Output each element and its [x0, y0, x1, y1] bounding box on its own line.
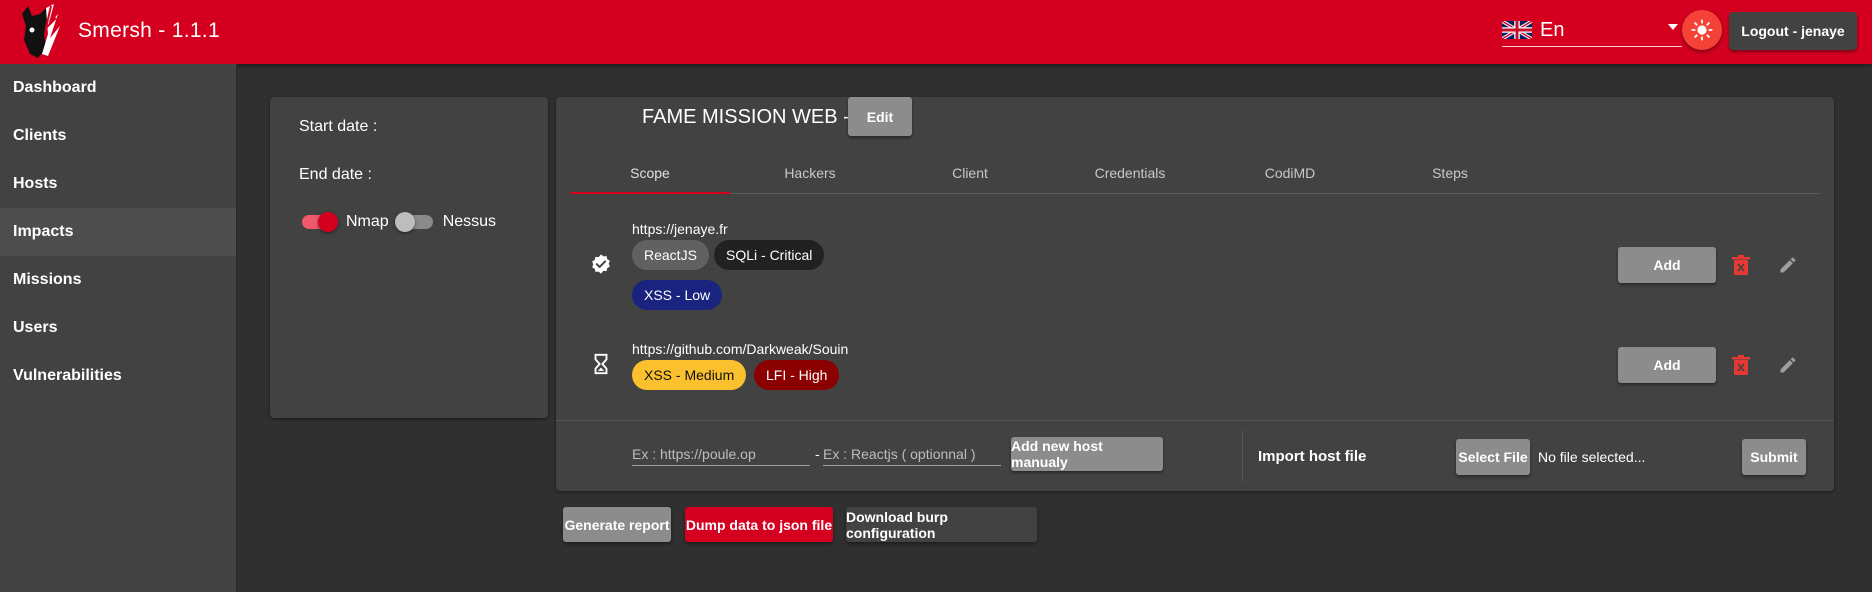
- scan-toggles: Nmap Nessus: [302, 212, 497, 232]
- sun-icon: [1691, 19, 1713, 41]
- technology-chip[interactable]: ReactJS: [632, 240, 709, 270]
- sidebar-item-missions[interactable]: Missions: [0, 256, 236, 304]
- download-burp-config-button[interactable]: Download burp configuration: [846, 507, 1037, 542]
- add-host-manually-button[interactable]: Add new host manualy: [1011, 437, 1163, 471]
- import-host-file-label: Import host file: [1258, 448, 1367, 465]
- nmap-label: Nmap: [346, 213, 389, 230]
- sidebar-item-clients[interactable]: Clients: [0, 112, 236, 160]
- mission-tabs: Scope Hackers Client Credentials CodiMD …: [570, 153, 1820, 194]
- file-status-text: No file selected...: [1538, 449, 1646, 465]
- end-date-label: End date :: [299, 166, 372, 183]
- sidebar-item-vulnerabilities[interactable]: Vulnerabilities: [0, 352, 236, 400]
- uk-flag-icon: [1502, 21, 1532, 39]
- mission-detail-card: FAME MISSION WEB - Edit Scope Hackers Cl…: [556, 97, 1834, 491]
- pencil-icon[interactable]: [1778, 355, 1798, 375]
- input-separator: -: [815, 446, 820, 462]
- submit-import-button[interactable]: Submit: [1742, 439, 1806, 475]
- nessus-label: Nessus: [442, 213, 497, 230]
- nmap-toggle[interactable]: [302, 212, 338, 232]
- add-vulnerability-button[interactable]: Add: [1618, 347, 1716, 383]
- edit-mission-button[interactable]: Edit: [848, 97, 912, 136]
- vulnerability-chip[interactable]: XSS - Medium: [632, 360, 747, 390]
- select-file-button[interactable]: Select File: [1456, 439, 1530, 475]
- dump-json-button[interactable]: Dump data to json file: [685, 507, 833, 542]
- smersh-logo-icon[interactable]: [18, 4, 62, 60]
- delete-icon[interactable]: [1732, 355, 1750, 375]
- pencil-icon[interactable]: [1778, 255, 1798, 275]
- mission-info-card: Start date : End date : Nmap Nessus: [270, 97, 548, 418]
- verified-check-icon: [592, 254, 610, 274]
- divider: [556, 420, 1834, 421]
- vulnerability-chip[interactable]: SQLi - Critical: [714, 240, 825, 270]
- app-title: Smersh - 1.1.1: [78, 19, 220, 42]
- sidebar-item-impacts[interactable]: Impacts: [0, 208, 236, 256]
- language-select[interactable]: En: [1502, 14, 1682, 47]
- technology-input[interactable]: Ex : Reactjs ( optionnal ): [823, 443, 1001, 466]
- hourglass-icon: [594, 353, 608, 375]
- host-url[interactable]: https://jenaye.fr: [632, 221, 728, 237]
- sidebar-item-hosts[interactable]: Hosts: [0, 160, 236, 208]
- language-value: En: [1540, 18, 1565, 41]
- chevron-down-icon: [1668, 24, 1678, 30]
- tab-codimd[interactable]: CodiMD: [1210, 153, 1370, 193]
- vulnerability-chip[interactable]: XSS - Low: [632, 280, 723, 310]
- top-app-bar: Smersh - 1.1.1 En Logout - jenaye: [0, 0, 1872, 64]
- tab-scope[interactable]: Scope: [570, 153, 730, 194]
- start-date-label: Start date :: [299, 118, 378, 135]
- sidebar-item-users[interactable]: Users: [0, 304, 236, 352]
- sidebar: Dashboard Clients Hosts Impacts Missions…: [0, 64, 237, 592]
- generate-report-button[interactable]: Generate report: [563, 507, 671, 542]
- vulnerability-chip[interactable]: LFI - High: [754, 360, 840, 390]
- tab-hackers[interactable]: Hackers: [730, 153, 890, 193]
- divider: [1242, 430, 1243, 482]
- nessus-toggle[interactable]: [394, 212, 433, 232]
- mission-title: FAME MISSION WEB -: [642, 106, 850, 128]
- tab-steps[interactable]: Steps: [1370, 153, 1530, 193]
- tab-credentials[interactable]: Credentials: [1050, 153, 1210, 193]
- delete-icon[interactable]: [1732, 255, 1750, 275]
- tab-client[interactable]: Client: [890, 153, 1050, 193]
- host-url-input[interactable]: Ex : https://poule.op: [632, 443, 810, 466]
- sidebar-item-dashboard[interactable]: Dashboard: [0, 64, 236, 112]
- add-vulnerability-button[interactable]: Add: [1618, 247, 1716, 283]
- host-url[interactable]: https://github.com/Darkweak/Souin: [632, 341, 848, 357]
- logout-button[interactable]: Logout - jenaye: [1729, 12, 1857, 50]
- theme-toggle-button[interactable]: [1682, 10, 1722, 50]
